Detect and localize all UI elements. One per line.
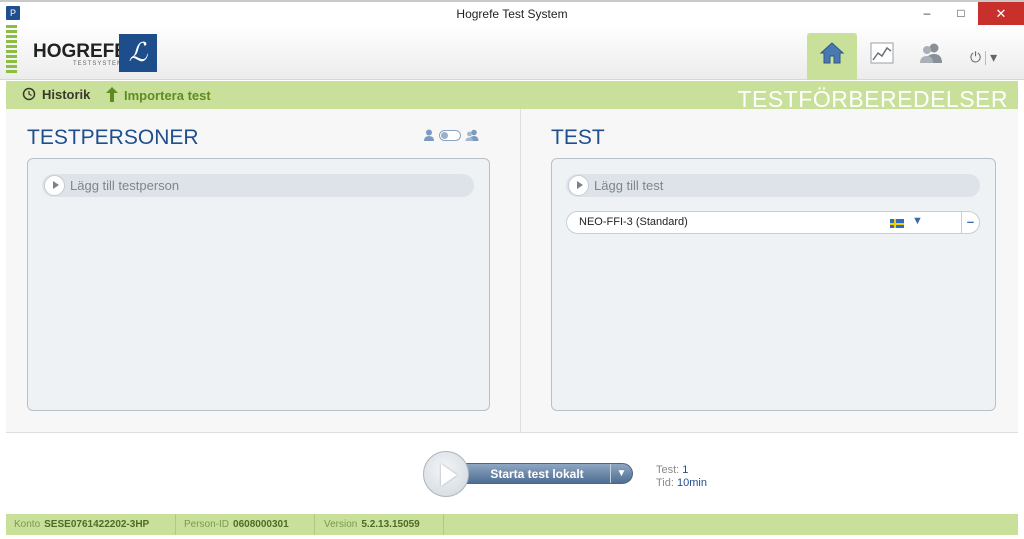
add-testperson-label: Lägg till testperson — [70, 178, 180, 193]
power-icon: ⏻ — [970, 49, 982, 65]
nav-persons-button[interactable] — [906, 33, 956, 80]
add-test-label: Lägg till test — [594, 178, 664, 193]
play-icon — [568, 175, 589, 196]
account-label: Konto — [14, 519, 41, 530]
status-bar: Konto SESE0761422202-3HP Person-ID 0608000… — [6, 514, 1018, 535]
person-id-status: Person-ID 0608000301 — [184, 519, 289, 530]
version-status: Version 5.2.13.15059 — [324, 519, 420, 530]
test-options-dropdown[interactable]: ▼ — [912, 215, 923, 227]
history-icon — [22, 87, 36, 104]
account-value: SESE0761422202-3HP — [44, 519, 150, 530]
test-count-label: Test: — [656, 464, 680, 476]
version-label: Version — [324, 519, 358, 530]
time-label: Tid: — [656, 477, 674, 489]
chart-icon — [870, 42, 894, 64]
chevron-down-icon: ▾ — [990, 49, 998, 65]
start-play-icon[interactable] — [423, 451, 469, 497]
action-toolbar: Historik Importera test TESTFÖRBEREDELSE… — [6, 81, 1018, 112]
add-test-row[interactable]: Lägg till test — [566, 174, 980, 197]
import-test-button[interactable]: Importera test — [106, 87, 211, 105]
green-bars-decoration — [6, 25, 17, 73]
test-count-value: 1 — [682, 464, 689, 476]
home-icon — [819, 42, 845, 64]
window-title: Hogrefe Test System — [456, 7, 568, 21]
upload-arrow-icon — [106, 87, 118, 105]
test-list: Lägg till test NEO-FFI-3 (Standard) ▼ – — [551, 158, 996, 411]
main-content: TESTPERSONER Lägg till testperson TEST L… — [6, 109, 1018, 433]
start-test-button[interactable]: Starta test lokalt ▼ — [466, 463, 633, 484]
testpersons-title: TESTPERSONER — [27, 126, 199, 149]
account-status: Konto SESE0761422202-3HP — [14, 519, 149, 530]
testpersons-list: Lägg till testperson — [27, 158, 490, 411]
test-title: TEST — [551, 126, 605, 149]
logo-subtitle: TESTSYSTEM — [73, 61, 124, 67]
version-value: 5.2.13.15059 — [361, 519, 420, 530]
power-menu[interactable]: ⏻ ▾ — [970, 49, 997, 66]
person-id-label: Person-ID — [184, 519, 230, 530]
window-titlebar: P Hogrefe Test System – □ ✕ — [0, 0, 1024, 25]
column-divider — [520, 109, 521, 433]
single-person-icon — [424, 129, 434, 141]
close-button[interactable]: ✕ — [978, 2, 1024, 25]
import-test-label: Importera test — [124, 88, 211, 103]
nav-home-button[interactable] — [807, 33, 857, 80]
app-header: HOGREFE TESTSYSTEM ℒ ⏻ ▾ — [0, 25, 1024, 80]
start-summary: Test: 1 Tid: 10min — [656, 464, 707, 490]
nav-reports-button[interactable] — [857, 33, 907, 80]
play-icon — [44, 175, 65, 196]
group-persons-icon — [465, 129, 479, 141]
remove-test-button[interactable]: – — [961, 212, 979, 233]
toggle-switch[interactable] — [439, 129, 461, 141]
logo-text: HOGREFE — [33, 41, 127, 62]
test-item[interactable]: NEO-FFI-3 (Standard) ▼ – — [566, 211, 980, 234]
swedish-flag-icon — [890, 219, 904, 228]
history-button[interactable]: Historik — [22, 87, 90, 104]
test-name: NEO-FFI-3 (Standard) — [579, 216, 688, 228]
start-area: Starta test lokalt ▼ Test: 1 Tid: 10min — [6, 434, 1018, 514]
history-label: Historik — [42, 87, 91, 102]
hogrefe-logo-icon: ℒ — [119, 34, 157, 72]
users-icon — [920, 43, 942, 63]
start-test-label: Starta test lokalt — [490, 467, 584, 481]
add-testperson-row[interactable]: Lägg till testperson — [42, 174, 474, 197]
maximize-button[interactable]: □ — [944, 2, 978, 25]
time-value: 10min — [677, 477, 707, 489]
person-mode-toggle[interactable] — [423, 129, 479, 141]
start-options-dropdown[interactable]: ▼ — [610, 464, 632, 483]
minimize-button[interactable]: – — [910, 2, 944, 25]
person-id-value: 0608000301 — [233, 519, 289, 530]
